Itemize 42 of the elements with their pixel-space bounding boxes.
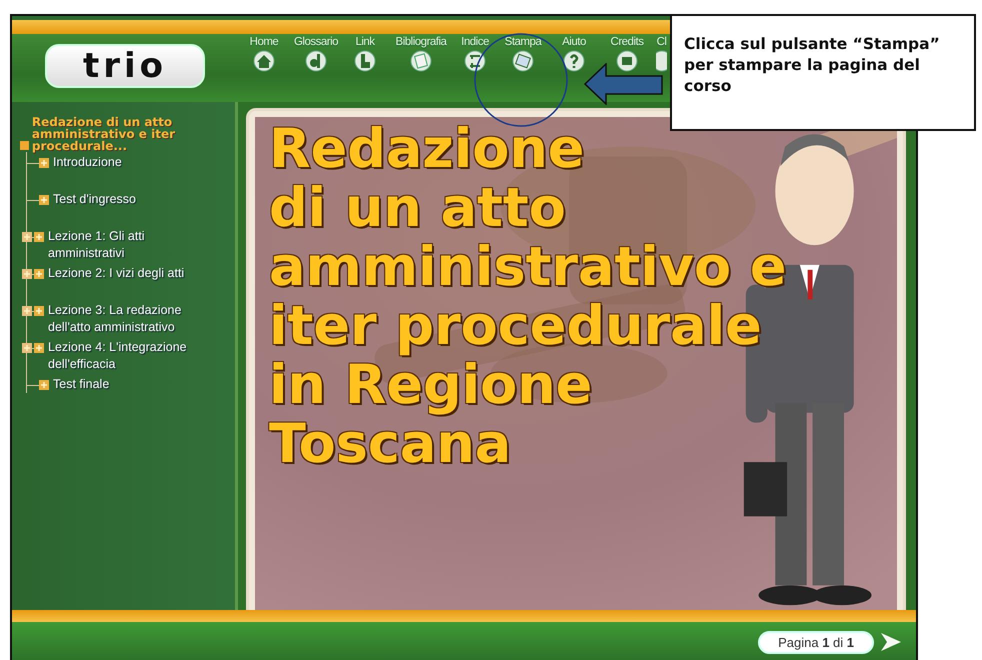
nav-button[interactable]: Glossario [290,36,342,72]
slide-title: amministrativo e [269,237,787,296]
house-icon [253,50,275,72]
nav-button[interactable]: Indice [454,36,496,72]
tree-item[interactable]: Lezione 3: La redazione dell'atto amministrativo [48,302,208,336]
tree-item[interactable]: Introduzione [53,154,122,171]
screen-icon [616,50,638,72]
plus-box-icon [39,158,49,168]
slide-title: Redazione [269,119,586,178]
notepad-icon [410,50,432,72]
tree-item[interactable]: Test d'ingresso [53,191,136,208]
plus-box-icon [34,343,44,353]
expand-icon [22,232,32,242]
plus-box-icon [34,232,44,242]
tree-item[interactable]: Test finale [53,376,110,393]
tree-item[interactable]: Lezione 4: L'integrazione dell'efficacia [48,339,208,373]
numbered-list-icon [464,50,486,72]
expand-icon [22,269,32,279]
plus-box-icon [39,380,49,390]
help-icon [563,50,585,72]
slide-title: di un atto [269,178,567,237]
slide-title: in Regione [269,355,592,414]
nav-button[interactable]: Home [238,36,290,72]
slide-title: Toscana [269,414,512,473]
logo-text: trio [82,46,168,86]
next-arrow-icon[interactable] [880,632,902,652]
tree-item[interactable]: Lezione 1: Gli atti amministrativi [48,228,208,262]
expand-icon [22,306,32,316]
plus-box-icon [34,269,44,279]
printer-icon [512,50,534,72]
expand-icon [22,343,32,353]
plus-box-icon [34,306,44,316]
callout-text: Clicca sul pulsante “Stampa” per stampare la pagina del corso [684,34,941,97]
nav-button[interactable]: Bibliografia [388,36,454,72]
page-indicator: Pagina 1 di 1 [758,630,874,654]
tree-item[interactable]: Lezione 2: I vizi degli atti [48,265,184,282]
nav-button[interactable]: Link [342,36,388,72]
nav-button[interactable]: Aiuto [550,36,598,72]
plus-box-icon [39,195,49,205]
nav-button[interactable]: Cl [656,36,667,72]
course-title[interactable]: Redazione di un atto amministrativo e iter procedurale... [32,116,235,152]
folder-square-icon [20,141,29,150]
